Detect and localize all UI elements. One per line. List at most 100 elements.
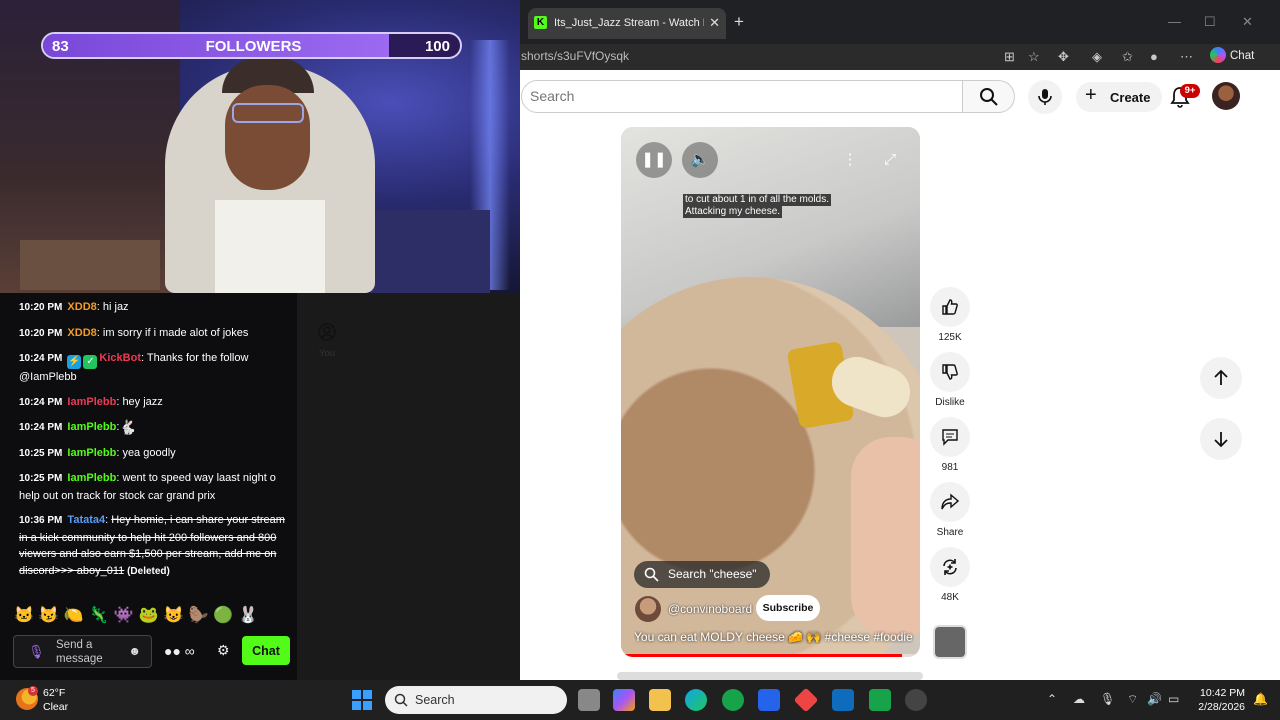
weather-condition[interactable]: Clear [43, 701, 68, 713]
like-button[interactable]: 125K [928, 287, 972, 343]
chat-options-icon[interactable]: ●● ∞ [164, 643, 195, 659]
task-view-icon[interactable] [578, 689, 600, 711]
copilot-app-icon[interactable] [613, 689, 635, 711]
short-title[interactable]: You can eat MOLDY cheese 🧀 🙌 #cheese #fo… [634, 630, 914, 644]
emote-icon[interactable]: 🟢 [213, 605, 233, 625]
chat-username[interactable]: IamPlebb [67, 396, 116, 408]
app-available-icon[interactable]: ⊞ [1004, 49, 1015, 65]
maximize-icon[interactable]: ☐ [1204, 14, 1216, 30]
taskbar-search[interactable]: Search [385, 686, 567, 714]
chat-message-input[interactable]: 🎙 Send a message ☻ [13, 635, 152, 668]
microphone-icon[interactable]: 🎙 [1100, 692, 1115, 706]
channel-name[interactable]: @convinoboard [668, 602, 752, 616]
battery-icon[interactable]: ▭ [1168, 692, 1179, 706]
search-input[interactable] [530, 88, 950, 104]
notifications-icon[interactable]: 🔔 [1253, 692, 1268, 706]
gear-icon[interactable]: ⚙ [217, 642, 230, 659]
chat-username[interactable]: IamPlebb [67, 447, 116, 459]
remix-button[interactable]: 48K [928, 547, 972, 603]
emote-icon[interactable]: 😼 [39, 605, 59, 625]
windows-start-icon[interactable] [352, 690, 372, 710]
clock-time[interactable]: 10:42 PM [1199, 687, 1245, 699]
previous-short-button[interactable] [1200, 357, 1242, 399]
emote-icon[interactable]: 🦫 [188, 605, 208, 625]
microphone-icon[interactable]: 🎙 [28, 644, 45, 660]
url-text[interactable]: shorts/s3uFVfOysqk [521, 49, 629, 63]
chevron-up-icon[interactable]: ⌃ [1047, 692, 1057, 706]
emote-icon[interactable]: 😺 [164, 605, 184, 625]
profile-icon[interactable]: ● [1150, 49, 1158, 64]
favorite-star-icon[interactable]: ☆ [1028, 49, 1040, 65]
channel-avatar[interactable] [635, 596, 661, 622]
chat-text: : yea goodly [116, 446, 176, 459]
extensions-icon[interactable]: ✥ [1058, 49, 1069, 65]
caption-line: Attacking my cheese. [683, 206, 783, 218]
horizontal-scrollbar[interactable] [617, 672, 923, 680]
chat-send-button[interactable]: Chat [242, 636, 290, 665]
obs-icon[interactable] [905, 689, 927, 711]
emote-icon[interactable]: 🐸 [139, 605, 159, 625]
chat-username[interactable]: IamPlebb [67, 421, 116, 433]
chat-username[interactable]: KickBot [99, 352, 141, 364]
search-button[interactable] [963, 80, 1015, 113]
furniture [370, 210, 490, 293]
sidebar-item-you[interactable]: You [297, 293, 357, 363]
subscribe-button[interactable]: Subscribe [756, 595, 820, 621]
more-options-button[interactable]: ⋮ [832, 142, 868, 178]
cloud-icon[interactable]: ☁ [1073, 692, 1085, 706]
extension-icon[interactable]: ◈ [1092, 49, 1102, 65]
volume-icon[interactable]: 🔊 [1147, 692, 1162, 706]
minecraft-icon[interactable] [869, 689, 891, 711]
plus-icon: + [1085, 84, 1097, 106]
edge-browser-icon[interactable] [685, 689, 707, 711]
close-window-icon[interactable]: ✕ [1242, 14, 1253, 30]
sound-thumbnail[interactable] [933, 625, 967, 659]
search-suggestion-chip[interactable]: Search "cheese" [634, 561, 770, 588]
weather-temperature[interactable]: 62°F [43, 687, 65, 699]
volume-button[interactable]: 🔈 [682, 142, 718, 178]
browser-tab[interactable]: K Its_Just_Jazz Stream - Watch Live o ✕ [528, 8, 726, 39]
minimize-icon[interactable]: — [1168, 14, 1181, 29]
outlook-icon[interactable] [832, 689, 854, 711]
notification-count-badge: 9+ [1180, 84, 1200, 98]
next-short-button[interactable] [1200, 418, 1242, 460]
more-icon[interactable]: ⋯ [1180, 49, 1193, 65]
copilot-button[interactable]: Chat [1210, 47, 1254, 63]
create-button[interactable]: + Create [1076, 82, 1162, 112]
chat-username[interactable]: Tatata4 [67, 514, 105, 526]
address-bar[interactable]: shorts/s3uFVfOysqk ⊞ ☆ ✥ ◈ ✩ ● ⋯ Chat [520, 44, 1280, 70]
emote-icon[interactable]: 🦎 [89, 605, 109, 625]
emote-icon[interactable]: 🍋 [64, 605, 84, 625]
emoji-picker-icon[interactable]: ☻ [128, 644, 141, 658]
favorites-icon[interactable]: ✩ [1122, 49, 1133, 65]
store-icon[interactable] [758, 689, 780, 711]
fullscreen-button[interactable]: ⤢ [872, 142, 908, 178]
close-icon[interactable]: ✕ [709, 15, 720, 31]
new-tab-icon[interactable]: + [734, 12, 744, 32]
short-video-player[interactable]: ❚❚ 🔈 ⋮ ⤢ to cut about 1 in of all the mo… [621, 127, 920, 657]
app-icon[interactable] [793, 687, 819, 713]
dislike-button[interactable]: Dislike [928, 352, 972, 408]
chat-log[interactable]: 10:20 PM XDD8: hi jaz 10:20 PM XDD8: im s… [0, 293, 297, 580]
xbox-icon[interactable] [722, 689, 744, 711]
video-progress-bar[interactable] [621, 654, 920, 657]
file-explorer-icon[interactable] [649, 689, 671, 711]
chat-username[interactable]: IamPlebb [67, 472, 116, 484]
search-chip-label: Search "cheese" [668, 567, 757, 581]
pause-button[interactable]: ❚❚ [636, 142, 672, 178]
share-button[interactable]: Share [928, 482, 972, 538]
chat-message: 10:24 PM IamPlebb: hey jazz [19, 394, 287, 412]
emote-icon[interactable]: 🐱 [14, 605, 34, 625]
emote-icon[interactable]: 🐰 [238, 605, 258, 625]
search-icon [980, 88, 998, 106]
emote-icon[interactable]: 👾 [114, 605, 134, 625]
youtube-search-box[interactable] [521, 80, 963, 113]
chat-username[interactable]: XDD8 [67, 327, 96, 339]
comments-button[interactable]: 981 [928, 417, 972, 473]
voice-search-button[interactable] [1028, 80, 1062, 114]
share-icon [941, 493, 959, 510]
wifi-icon[interactable]: ⌔ [1127, 692, 1138, 707]
chat-username[interactable]: XDD8 [67, 301, 96, 313]
avatar[interactable] [1212, 82, 1240, 110]
clock-date[interactable]: 2/28/2026 [1185, 701, 1245, 713]
